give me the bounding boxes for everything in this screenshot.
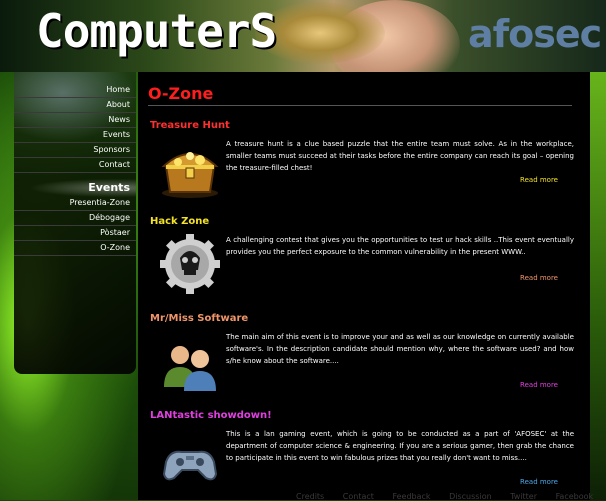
treasure-chest-icon — [150, 138, 230, 200]
skull-gear-icon — [150, 234, 230, 296]
nav-item-events[interactable]: Events — [14, 128, 136, 143]
title-divider — [148, 105, 572, 106]
main-content: O-Zone Treasure Hunt A treasure hunt is … — [138, 72, 590, 500]
event-description: A treasure hunt is a clue based puzzle t… — [226, 140, 574, 172]
gamepad-icon — [150, 428, 230, 490]
event-description: The main aim of this event is to improve… — [226, 333, 574, 365]
nav-item-contact[interactable]: Contact — [14, 158, 136, 173]
event-title[interactable]: Mr/Miss Software — [150, 313, 248, 324]
read-more-link[interactable]: Read more — [520, 381, 558, 389]
nav-item-about[interactable]: About — [14, 98, 136, 113]
event-description: This is a lan gaming event, which is goi… — [226, 430, 574, 462]
nav-item-postaer[interactable]: Pòstaer — [14, 226, 136, 241]
nav-item-o-zone[interactable]: O-Zone — [14, 241, 136, 256]
read-more-link[interactable]: Read more — [520, 176, 558, 184]
read-more-link[interactable]: Read more — [520, 274, 558, 282]
event-title[interactable]: LANtastic showdown! — [150, 410, 272, 421]
nav-item-sponsors[interactable]: Sponsors — [14, 143, 136, 158]
nav-item-home[interactable]: Home — [14, 83, 136, 98]
nav-item-presentia-zone[interactable]: Presentia-Zone — [14, 196, 136, 211]
event-description: A challenging contest that gives you the… — [226, 236, 574, 256]
read-more-link[interactable]: Read more — [520, 478, 558, 486]
events-subnav: Presentia-Zone Débogage Pòstaer O-Zone — [14, 196, 136, 256]
page-title: O-Zone — [148, 84, 214, 103]
brand-logo[interactable]: afosec — [468, 12, 602, 56]
users-icon — [150, 331, 230, 393]
nav-item-debogage[interactable]: Débogage — [14, 211, 136, 226]
sidebar: Home About News Events Sponsors Contact … — [14, 72, 136, 374]
header-banner: ComputerS afosec — [0, 0, 606, 72]
main-nav: Home About News Events Sponsors Contact — [14, 83, 136, 173]
site-title: ComputerS — [36, 4, 277, 58]
event-title[interactable]: Hack Zone — [150, 216, 209, 227]
nav-item-news[interactable]: News — [14, 113, 136, 128]
event-title[interactable]: Treasure Hunt — [150, 120, 230, 131]
